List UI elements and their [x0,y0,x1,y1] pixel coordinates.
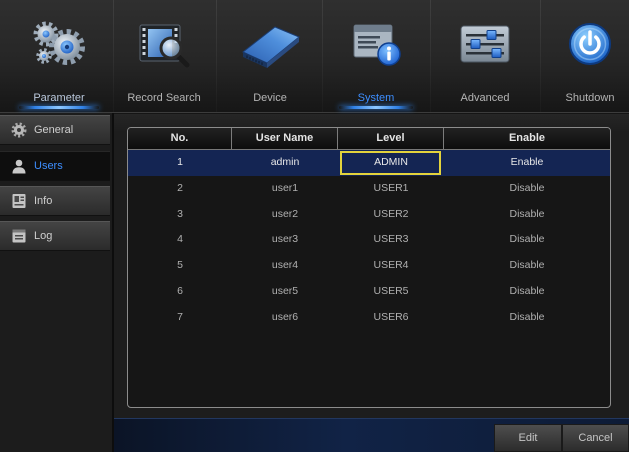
cell-level: USER6 [373,310,409,323]
column-header-no: No. [128,128,232,149]
cell-level: USER1 [373,181,409,194]
table-row[interactable]: 6 user5 USER5 Disable [128,279,610,305]
sidebar-item-log[interactable]: Log [0,221,110,251]
cell-no: 4 [177,233,183,246]
table-row[interactable]: 4 user3 USER3 Disable [128,227,610,253]
cell-level: USER4 [373,259,409,272]
table-row[interactable]: 5 user4 USER4 Disable [128,253,610,279]
cell-enable: Disable [509,207,545,220]
cancel-button[interactable]: Cancel [562,424,629,452]
table-row[interactable]: 3 user2 USER2 Disable [128,202,610,228]
column-header-user-name: User Name [232,128,338,149]
sidebar-item-label: Info [34,195,53,207]
cell-no: 3 [177,207,183,220]
nav-parameter[interactable]: Parameter [4,0,114,112]
dvr-user-management-screen: Parameter Record Search Device System Ad… [0,0,629,452]
nav-label: Shutdown [565,92,615,104]
sliders-icon [432,16,538,72]
table-body: 1 admin ADMIN Enable 2 user1 USER1 Disab… [128,150,610,331]
top-menu-bar: Parameter Record Search Device System Ad… [0,0,629,113]
column-header-enable: Enable [508,132,546,144]
column-header-level: Level [338,128,444,149]
cell-user-name: user2 [271,207,299,220]
sidebar-item-label: General [34,124,74,136]
content-panel: No. User Name Level Enable 1 admin ADMIN… [114,114,629,418]
nav-record-search[interactable]: Record Search [114,0,214,112]
cell-user-name: user1 [271,181,299,194]
users-table: No. User Name Level Enable 1 admin ADMIN… [127,127,611,408]
cell-enable: Disable [509,233,545,246]
nav-label: Parameter [33,92,85,104]
info-card-icon [11,193,27,209]
menu-separator [540,0,541,112]
nav-label: Record Search [127,92,201,104]
table-row[interactable]: 1 admin ADMIN Enable [128,150,610,176]
sidebar-item-info[interactable]: Info [0,186,110,216]
nav-shutdown[interactable]: Shutdown [551,0,629,112]
sidebar-item-general[interactable]: General [0,115,110,145]
cell-no: 5 [177,259,183,272]
hard-drive-icon [218,16,322,72]
sidebar-item-label: Log [34,230,53,242]
user-icon [11,158,27,174]
log-icon [11,228,27,244]
nav-system[interactable]: System [324,0,428,112]
cell-user-name: user4 [271,259,299,272]
table-row[interactable]: 2 user1 USER1 Disable [128,176,610,202]
nav-device[interactable]: Device [218,0,322,112]
cell-enable: Enable [510,156,544,168]
menu-separator [322,0,323,112]
power-icon [551,16,629,72]
menu-separator [430,0,431,112]
action-bar: Edit Cancel [114,418,629,452]
cell-level: USER3 [373,233,409,246]
system-info-icon [324,16,428,72]
gears-icon [4,16,114,72]
cell-user-name: user6 [271,310,299,323]
cell-user-name: user3 [271,233,299,246]
cell-user-name: user5 [271,284,299,297]
nav-label: Device [253,92,287,104]
table-row[interactable]: 7 user6 USER6 Disable [128,305,610,331]
nav-label: System [357,92,395,104]
nav-highlight-bar [338,106,414,109]
film-search-icon [114,16,214,72]
cell-no: 6 [177,284,183,297]
gear-icon [11,122,27,138]
edit-button[interactable]: Edit [494,424,562,452]
sidebar-item-label: Users [34,160,63,172]
nav-advanced[interactable]: Advanced [432,0,538,112]
cell-no: 7 [177,310,183,323]
table-header: No. User Name Level Enable [128,128,610,150]
cell-enable: Disable [509,259,545,272]
cell-level: USER5 [373,284,409,297]
cell-enable: Disable [509,310,545,323]
cell-level: USER2 [373,207,409,220]
cell-enable: Disable [509,284,545,297]
cell-enable: Disable [509,181,545,194]
cell-no: 1 [177,156,183,168]
cell-no: 2 [177,181,183,194]
sidebar: General Users Info Log [0,113,114,452]
menu-separator [216,0,217,112]
cell-user-name: admin [270,156,300,168]
nav-highlight-bar [19,106,99,109]
sidebar-item-users[interactable]: Users [0,151,110,181]
nav-label: Advanced [460,92,510,104]
cell-level: ADMIN [338,150,444,176]
